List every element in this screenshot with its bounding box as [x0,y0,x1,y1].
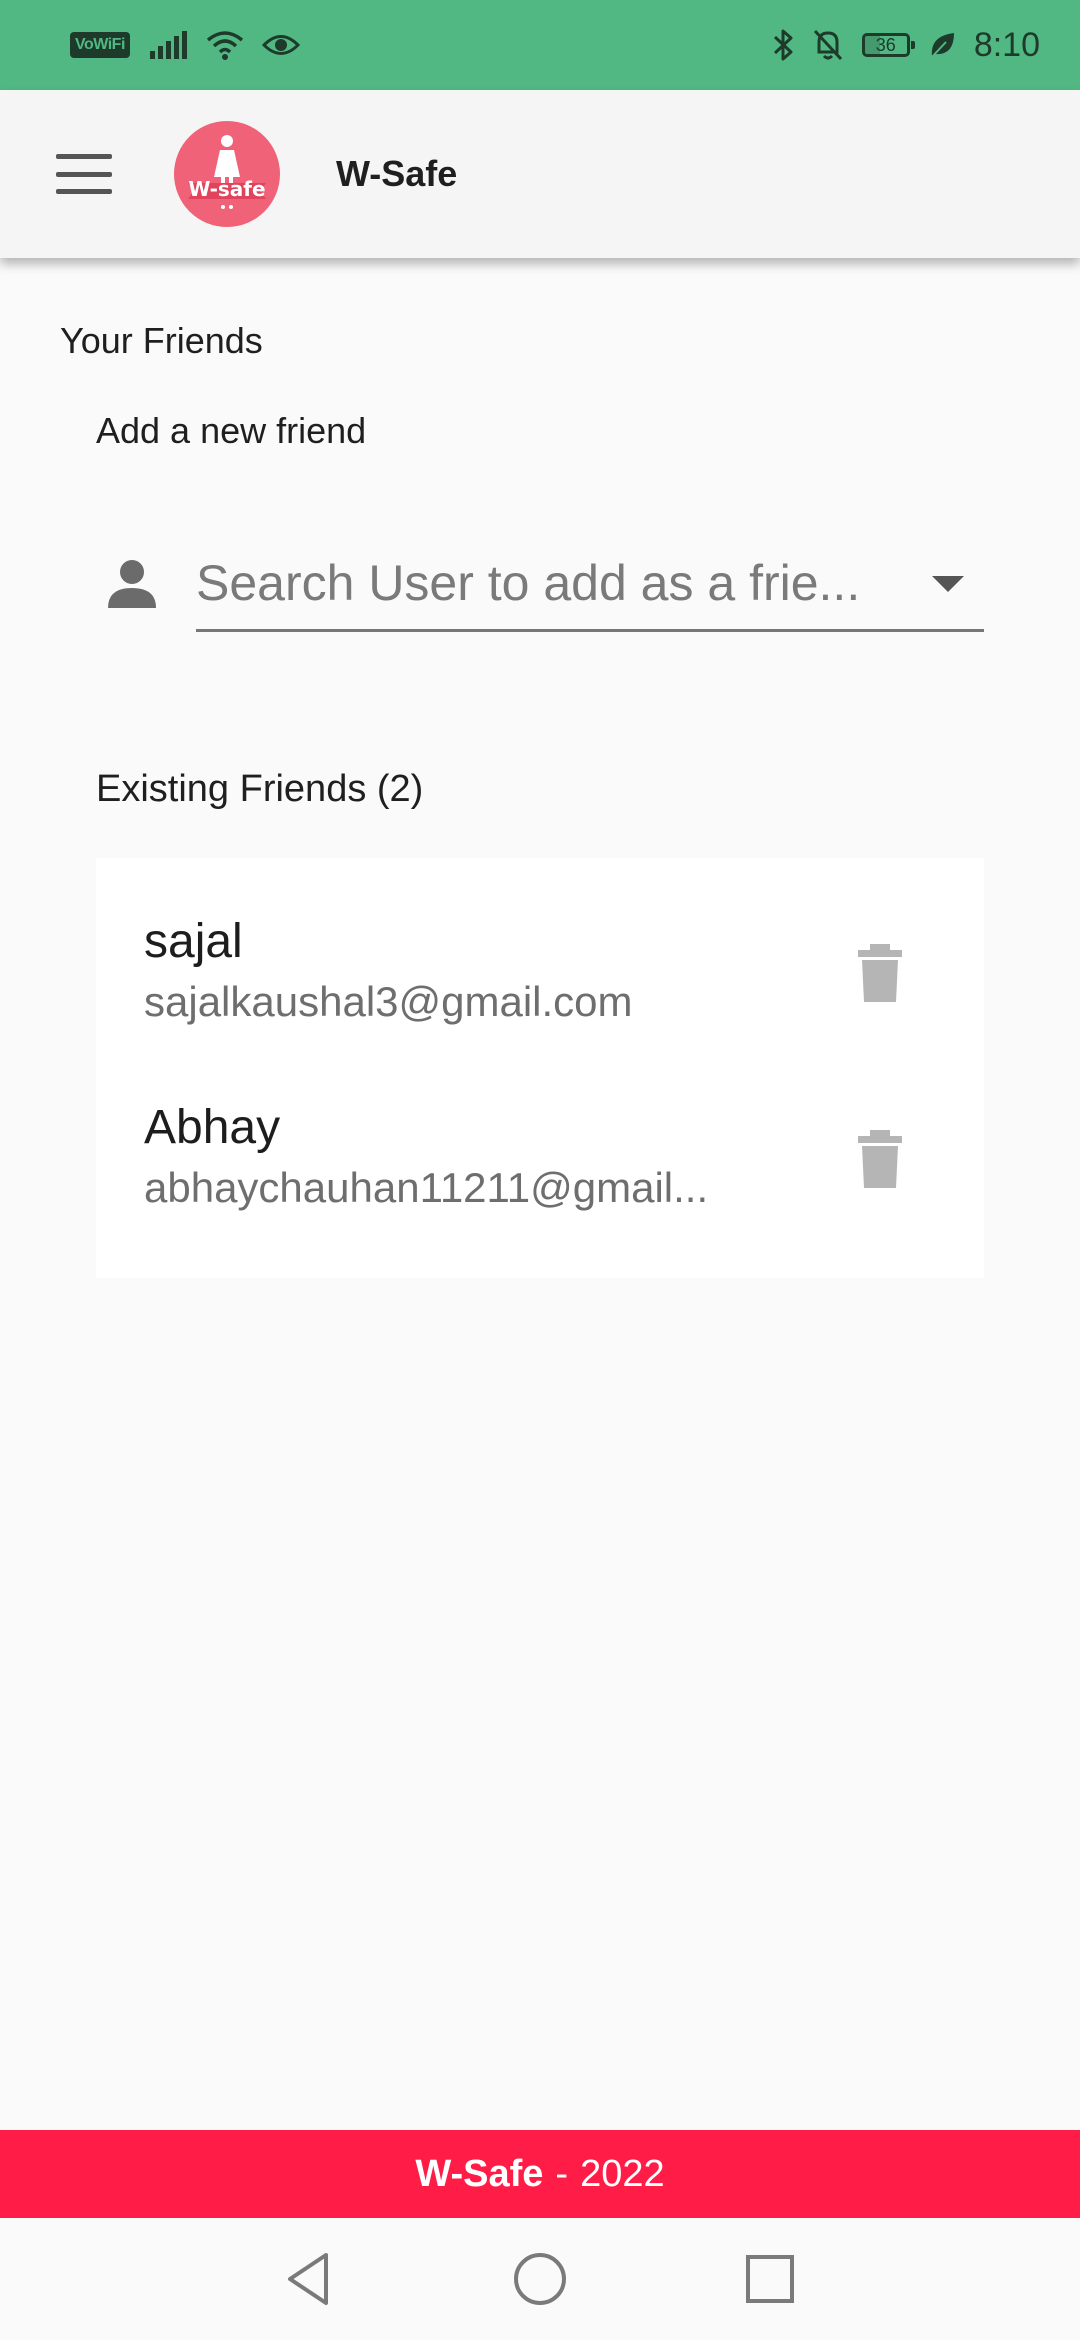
person-icon [108,560,156,608]
home-icon[interactable] [510,2249,570,2309]
footer-year: 2022 [580,2152,665,2195]
app-logo: W-safe [174,121,280,227]
delete-icon[interactable] [856,944,904,1004]
navigation-bar [0,2218,1080,2340]
friend-name: Abhay [144,1101,281,1154]
status-left: VoWiFi [70,30,300,60]
woman-icon [188,135,266,209]
existing-friends-heading: Existing Friends (2) [96,768,424,810]
search-user-row: Search User to add as a frie... [96,540,984,632]
signal-icon [149,31,187,59]
list-item: Abhay abhaychauhan11211@gmail... [96,1100,984,1286]
status-bar: VoWiFi 36 8:10 [0,0,1080,90]
logo-text: W-safe [188,177,266,201]
search-user-dropdown[interactable]: Search User to add as a frie... [196,540,984,632]
footer-brand: W-Safe [415,2152,544,2195]
friend-name: sajal [144,915,243,968]
status-right: 36 8:10 [772,26,1040,65]
add-friend-heading: Add a new friend [96,410,367,451]
friend-email: sajalkaushal3@gmail.com [144,978,633,1025]
app-bar: W-safe W-Safe [0,90,1080,258]
status-time: 8:10 [973,25,1040,64]
app-title: W-Safe [336,153,458,194]
delete-icon[interactable] [856,1130,904,1190]
vowifi-icon: VoWiFi [70,32,130,58]
back-icon[interactable] [280,2249,340,2309]
list-item: sajal sajalkaushal3@gmail.com [96,914,984,1100]
friends-list: sajal sajalkaushal3@gmail.com Abhay abha… [96,858,984,1278]
battery-icon: 36 [861,33,915,57]
footer: W-Safe - 2022 [0,2130,1080,2218]
bell-off-icon [813,29,842,61]
page-title: Your Friends [60,320,263,361]
friend-email: abhaychauhan11211@gmail... [144,1164,709,1211]
eye-icon [261,35,300,55]
menu-icon[interactable] [56,154,112,194]
footer-separator: - [555,2152,569,2195]
bluetooth-icon [773,29,793,61]
battery-level: 36 [875,35,896,55]
wifi-icon [206,31,244,60]
leaf-icon [930,33,954,59]
chevron-down-icon[interactable] [932,576,964,592]
recents-icon[interactable] [740,2249,800,2309]
search-user-placeholder: Search User to add as a frie... [196,555,861,611]
